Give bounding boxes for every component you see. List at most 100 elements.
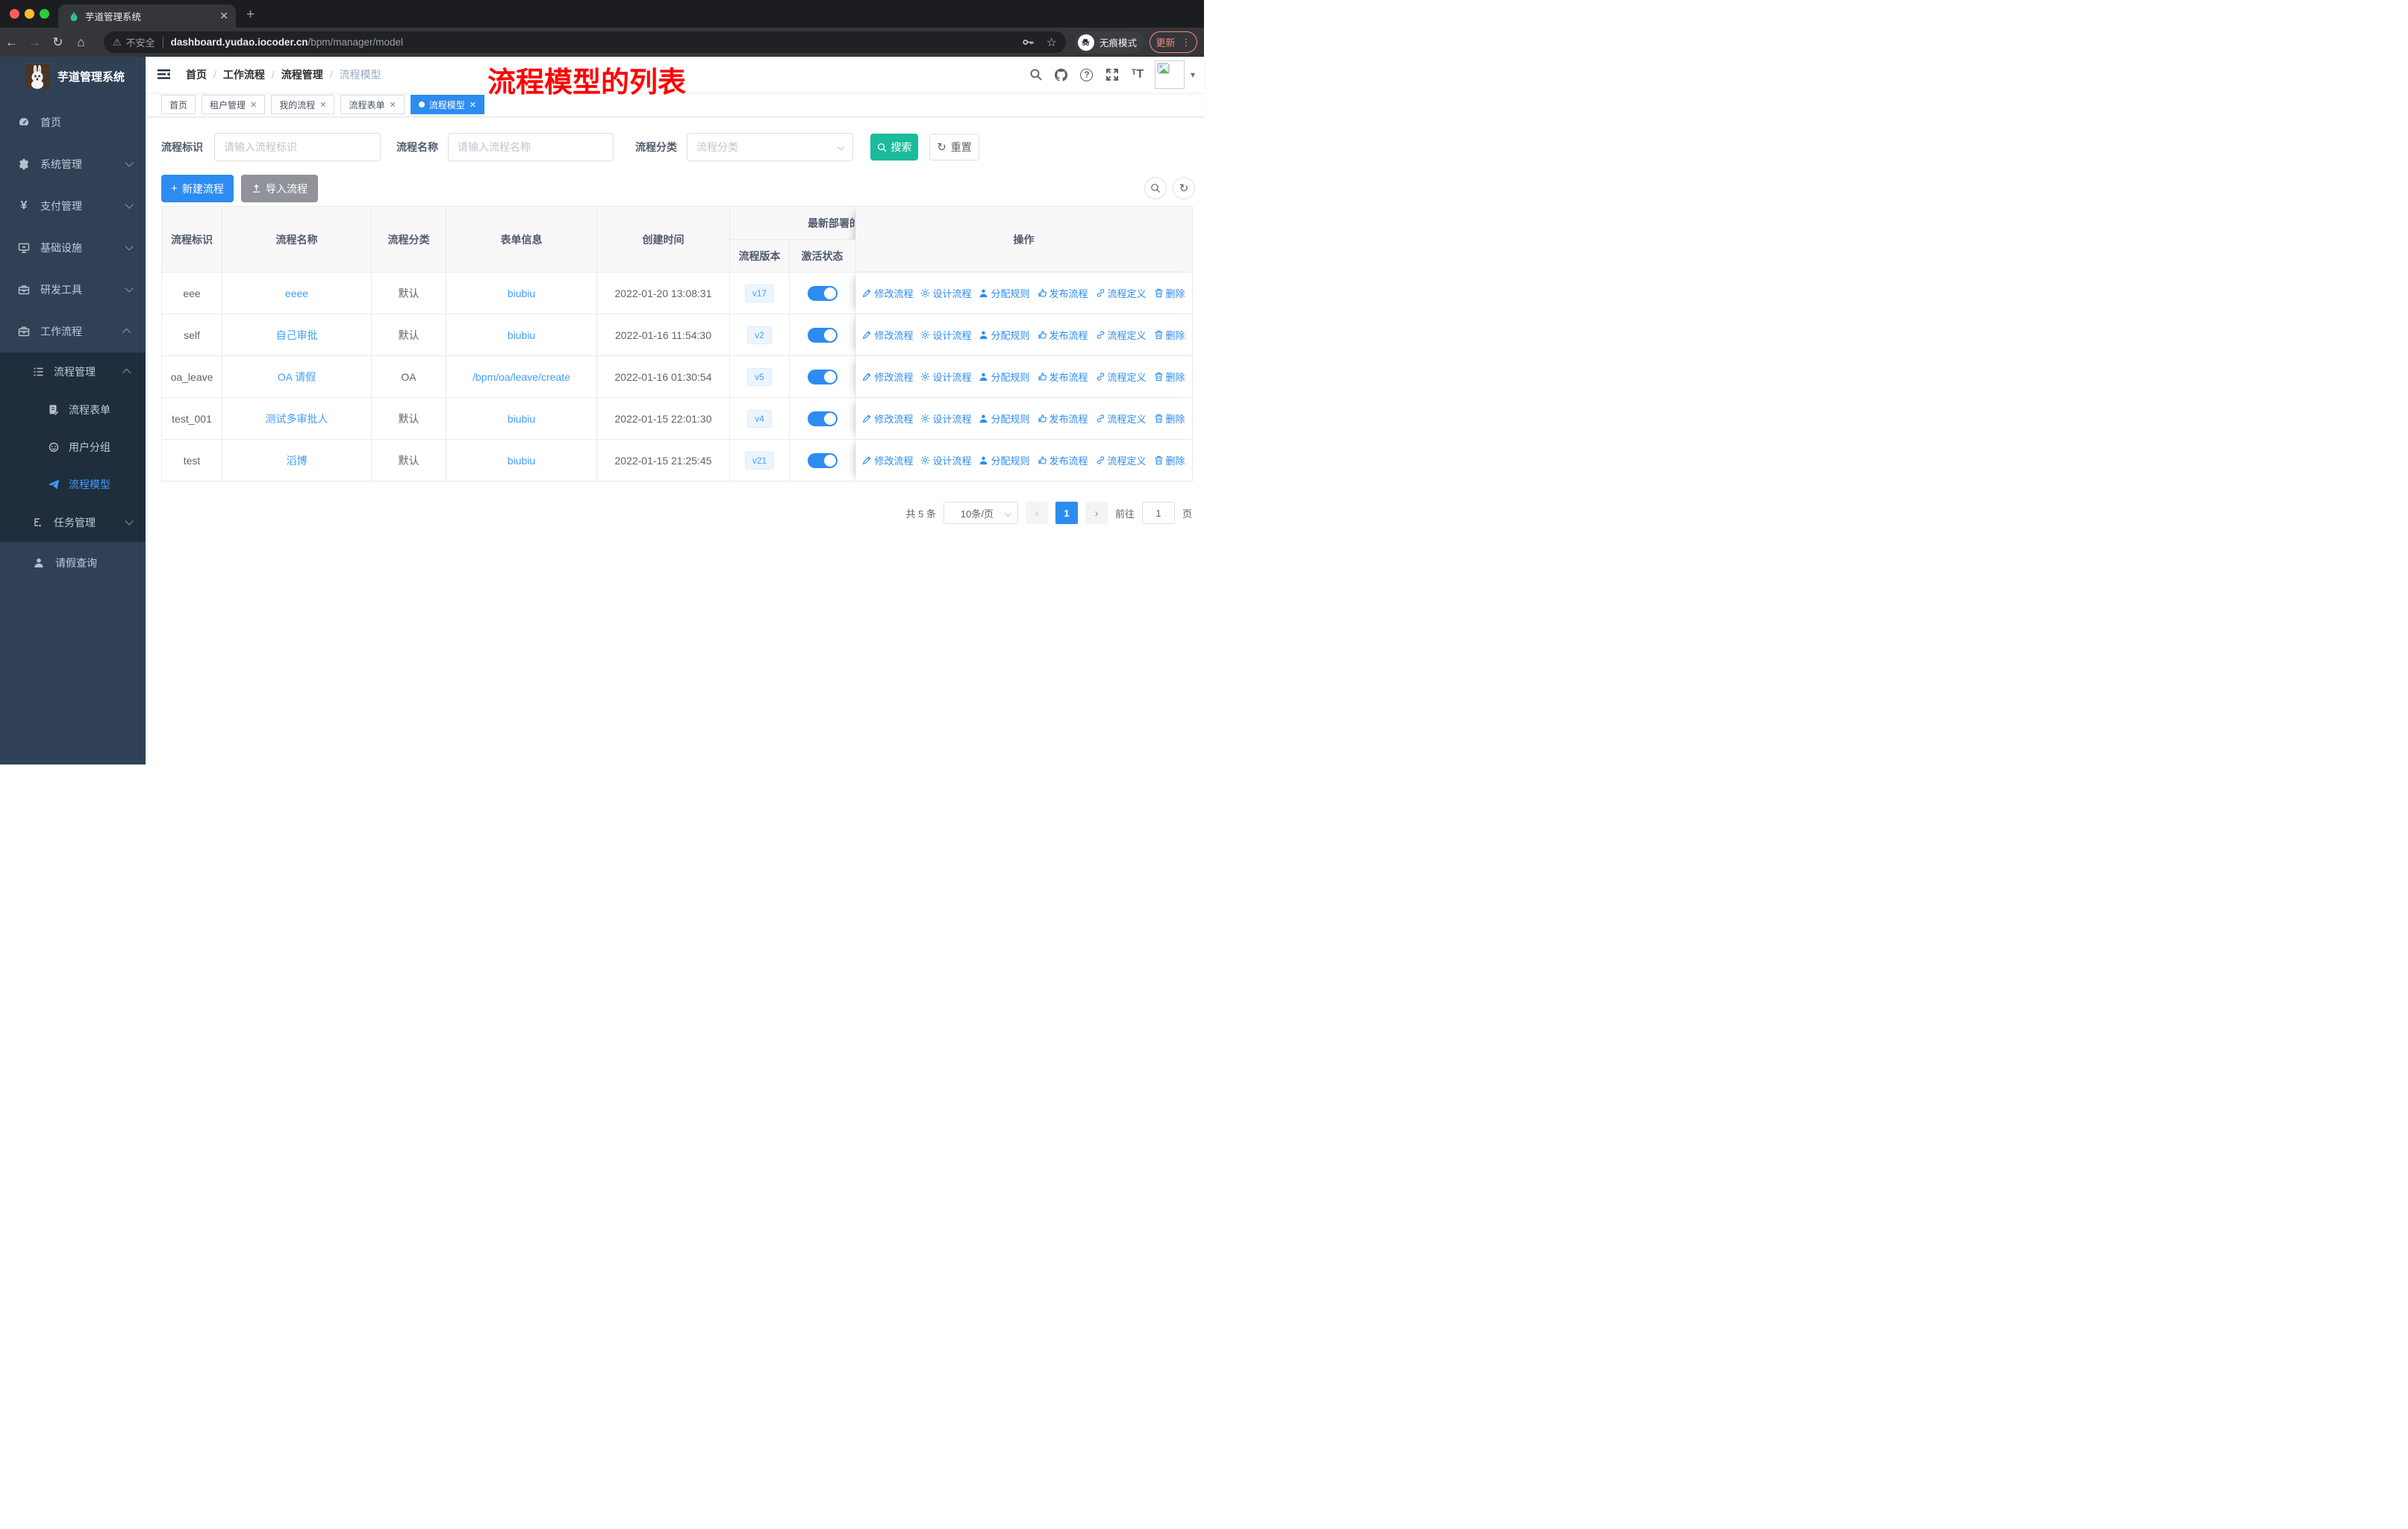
process-name-link[interactable]: 测试多审批人 xyxy=(266,413,328,425)
filter-category-select[interactable]: 流程分类 xyxy=(687,133,853,161)
process-name-link[interactable]: OA 请假 xyxy=(278,371,316,383)
import-process-button[interactable]: 导入流程 xyxy=(241,175,318,202)
action-delete[interactable]: 删除 xyxy=(1154,328,1185,342)
sidebar-item-system[interactable]: 系统管理 xyxy=(0,143,146,185)
next-page-button[interactable]: › xyxy=(1085,502,1108,524)
breadcrumb-process-mgmt[interactable]: 流程管理 xyxy=(281,67,323,82)
sidebar-item-pay[interactable]: ¥ 支付管理 xyxy=(0,185,146,227)
tag-close-icon[interactable]: ✕ xyxy=(470,100,476,110)
tag-close-icon[interactable]: ✕ xyxy=(319,100,326,110)
font-size-icon[interactable]: TT xyxy=(1125,68,1150,81)
process-name-link[interactable]: 自己审批 xyxy=(276,329,318,341)
version-badge[interactable]: v2 xyxy=(747,326,772,344)
sidebar-item-workflow[interactable]: 工作流程 xyxy=(0,311,146,352)
action-edit[interactable]: 修改流程 xyxy=(862,286,913,300)
search-button[interactable]: 搜索 xyxy=(870,134,918,161)
process-name-link[interactable]: 滔博 xyxy=(287,455,308,467)
action-edit[interactable]: 修改流程 xyxy=(862,328,913,342)
filter-name-input[interactable] xyxy=(448,133,614,161)
tag-tenant[interactable]: 租户管理 ✕ xyxy=(202,95,266,114)
sidebar-item-process-mgmt[interactable]: 流程管理 xyxy=(0,352,146,391)
address-bar[interactable]: ⚠ 不安全 dashboard.yudao.iocoder.cn /bpm/ma… xyxy=(104,31,1066,53)
browser-tab[interactable]: 芋道管理系统 ✕ xyxy=(58,4,236,28)
action-publish[interactable]: 发布流程 xyxy=(1038,328,1088,342)
action-edit[interactable]: 修改流程 xyxy=(862,370,913,384)
action-assign[interactable]: 分配规则 xyxy=(979,453,1030,467)
action-delete[interactable]: 删除 xyxy=(1154,411,1185,426)
active-toggle[interactable] xyxy=(807,327,838,343)
goto-page-input[interactable] xyxy=(1141,502,1175,524)
action-delete[interactable]: 删除 xyxy=(1154,453,1185,467)
version-badge[interactable]: v4 xyxy=(747,409,772,428)
reset-button[interactable]: ↻ 重置 xyxy=(929,134,979,161)
active-toggle[interactable] xyxy=(807,411,838,426)
sidebar-item-leave-query[interactable]: 请假查询 xyxy=(0,542,146,584)
tag-home[interactable]: 首页 xyxy=(161,95,196,114)
active-toggle[interactable] xyxy=(807,452,838,468)
form-info-link[interactable]: /bpm/oa/leave/create xyxy=(472,371,570,383)
app-logo[interactable]: 芋道管理系统 xyxy=(0,57,146,96)
active-toggle[interactable] xyxy=(807,369,838,384)
action-edit[interactable]: 修改流程 xyxy=(862,411,913,426)
home-icon[interactable]: ⌂ xyxy=(69,35,93,50)
form-info-link[interactable]: biubiu xyxy=(508,287,535,299)
sidebar-item-task-mgmt[interactable]: 任务管理 xyxy=(0,503,146,542)
toggle-search-button[interactable] xyxy=(1144,177,1167,199)
reload-icon[interactable]: ↻ xyxy=(46,35,69,50)
tag-close-icon[interactable]: ✕ xyxy=(390,100,396,110)
version-badge[interactable]: v5 xyxy=(747,367,772,386)
window-zoom-button[interactable] xyxy=(40,9,49,19)
action-design[interactable]: 设计流程 xyxy=(920,370,971,384)
sidebar-item-process-form[interactable]: 流程表单 xyxy=(0,391,146,429)
avatar[interactable] xyxy=(1154,60,1185,89)
action-design[interactable]: 设计流程 xyxy=(920,328,971,342)
forward-icon[interactable]: → xyxy=(23,35,46,50)
filter-id-input[interactable] xyxy=(214,133,381,161)
version-badge[interactable]: v17 xyxy=(744,284,775,302)
browser-menu-icon[interactable]: ⋮ xyxy=(1182,37,1191,49)
action-assign[interactable]: 分配规则 xyxy=(979,328,1030,342)
action-design[interactable]: 设计流程 xyxy=(920,411,971,426)
hamburger-icon[interactable] xyxy=(157,67,171,81)
window-close-button[interactable] xyxy=(10,9,19,19)
current-page[interactable]: 1 xyxy=(1055,502,1078,524)
new-tab-button[interactable]: + xyxy=(246,4,255,25)
bookmark-star-icon[interactable]: ☆ xyxy=(1047,35,1057,50)
back-icon[interactable]: ← xyxy=(0,35,23,50)
action-definition[interactable]: 流程定义 xyxy=(1096,370,1147,384)
sidebar-item-devtools[interactable]: 研发工具 xyxy=(0,269,146,311)
prev-page-button[interactable]: ‹ xyxy=(1025,502,1048,524)
action-publish[interactable]: 发布流程 xyxy=(1038,411,1088,426)
action-design[interactable]: 设计流程 xyxy=(920,453,971,467)
sidebar-item-home[interactable]: 首页 xyxy=(0,102,146,143)
action-edit[interactable]: 修改流程 xyxy=(862,453,913,467)
fullscreen-icon[interactable] xyxy=(1099,68,1125,81)
version-badge[interactable]: v21 xyxy=(744,451,775,470)
tag-process-model[interactable]: 流程模型 ✕ xyxy=(410,95,484,114)
browser-update-button[interactable]: 更新 ⋮ xyxy=(1150,31,1197,53)
action-publish[interactable]: 发布流程 xyxy=(1038,370,1088,384)
breadcrumb-workflow[interactable]: 工作流程 xyxy=(223,67,265,82)
tag-process-form[interactable]: 流程表单 ✕ xyxy=(340,95,405,114)
active-toggle[interactable] xyxy=(807,285,838,301)
key-icon[interactable] xyxy=(1022,36,1035,49)
form-info-link[interactable]: biubiu xyxy=(508,329,535,341)
help-icon[interactable]: ? xyxy=(1074,68,1099,81)
caret-down-icon[interactable]: ▾ xyxy=(1191,69,1195,80)
process-name-link[interactable]: eeee xyxy=(285,287,308,299)
search-icon[interactable] xyxy=(1023,68,1049,81)
action-delete[interactable]: 删除 xyxy=(1154,286,1185,300)
create-process-button[interactable]: + 新建流程 xyxy=(161,175,234,202)
tag-my-process[interactable]: 我的流程 ✕ xyxy=(271,95,335,114)
sidebar-item-process-model[interactable]: 流程模型 xyxy=(0,466,146,503)
tab-close-icon[interactable]: ✕ xyxy=(219,10,228,22)
page-size-select[interactable]: 10条/页 xyxy=(943,502,1018,524)
form-info-link[interactable]: biubiu xyxy=(508,413,535,425)
refresh-table-button[interactable]: ↻ xyxy=(1173,177,1195,199)
action-definition[interactable]: 流程定义 xyxy=(1096,411,1147,426)
action-assign[interactable]: 分配规则 xyxy=(979,286,1030,300)
action-publish[interactable]: 发布流程 xyxy=(1038,453,1088,467)
github-icon[interactable] xyxy=(1049,68,1074,82)
action-delete[interactable]: 删除 xyxy=(1154,370,1185,384)
action-publish[interactable]: 发布流程 xyxy=(1038,286,1088,300)
